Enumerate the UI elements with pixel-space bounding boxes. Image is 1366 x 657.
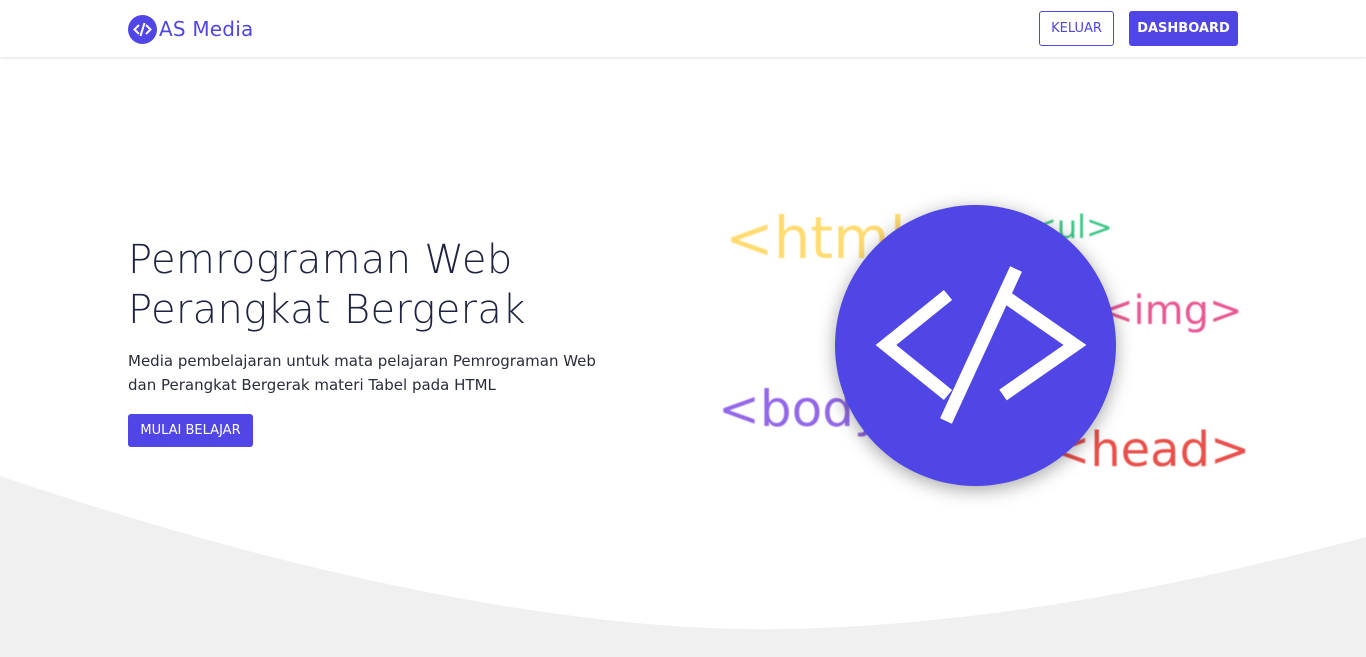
hero-title-line: Perangkat Bergerak [128, 287, 526, 333]
hero-description-line: Media pembelajaran untuk mata pelajaran … [128, 352, 596, 370]
img-tag-text: <img> [1100, 288, 1243, 334]
hero-illustration: <html> <ul> <img> <body> <head> [700, 190, 1260, 510]
code-slash-icon [128, 14, 157, 44]
brand-name: AS Media [159, 17, 254, 41]
hero-title: Pemrograman Web Perangkat Bergerak [128, 235, 688, 335]
landing-page: AS Media KELUAR DASHBOARD Pemrograman We… [0, 0, 1366, 657]
navbar: AS Media KELUAR DASHBOARD [0, 0, 1366, 57]
brand-link[interactable]: AS Media [128, 14, 253, 44]
hero-description-line: dan Perangkat Bergerak materi Tabel pada… [128, 376, 496, 394]
start-learning-button[interactable]: MULAI BELAJAR [128, 414, 253, 447]
code-slash-icon [835, 205, 1116, 486]
hero-description: Media pembelajaran untuk mata pelajaran … [128, 349, 668, 397]
logout-button[interactable]: KELUAR [1039, 11, 1114, 46]
dashboard-button[interactable]: DASHBOARD [1129, 11, 1238, 46]
hero-title-line: Pemrograman Web [128, 237, 513, 283]
